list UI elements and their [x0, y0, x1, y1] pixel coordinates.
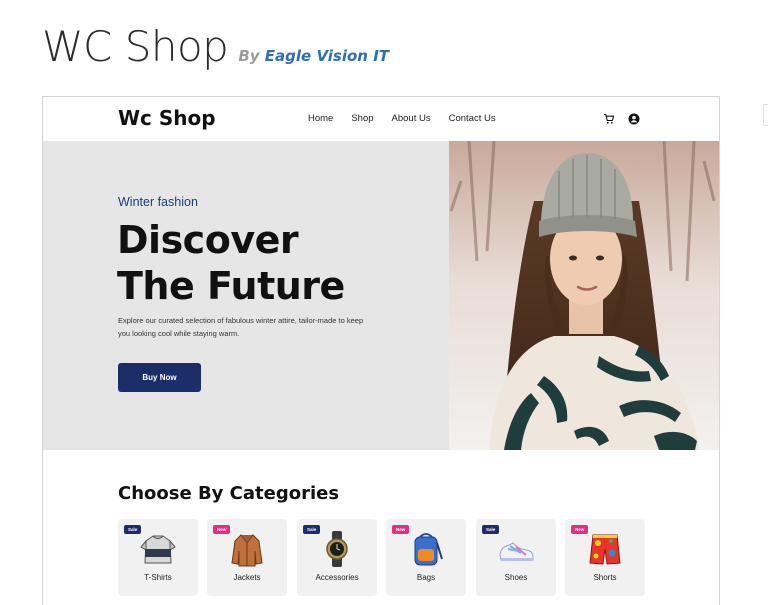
category-card-accessories[interactable]: Sale Accessories — [297, 519, 377, 596]
by-prefix: By — [238, 47, 260, 65]
shorts-icon — [589, 534, 621, 565]
category-label: Accessories — [315, 573, 359, 582]
page-title: WC Shop — [42, 22, 229, 71]
tshirt-icon — [140, 535, 176, 564]
hero-banner: Winter fashion Discover The Future Explo… — [43, 141, 719, 450]
main-menu: Home Shop About Us Contact Us — [308, 113, 496, 124]
category-card-tshirts[interactable]: Sale T-Shirts — [118, 519, 198, 596]
category-label: Bags — [416, 573, 436, 582]
hero-model-photo — [449, 141, 719, 450]
menu-item-home[interactable]: Home — [308, 113, 333, 124]
category-card-jackets[interactable]: New Jackets — [207, 519, 287, 596]
category-label: Shoes — [504, 573, 528, 582]
category-card-shoes[interactable]: Sale Shoes — [476, 519, 556, 596]
category-label: Shorts — [593, 573, 617, 582]
hero-description: Explore our curated selection of fabulou… — [118, 316, 364, 338]
hero-heading-line-2: The Future — [117, 264, 345, 308]
menu-item-contact-us[interactable]: Contact Us — [449, 113, 496, 124]
user-account-icon[interactable] — [628, 113, 640, 125]
watch-icon — [326, 531, 348, 567]
hero-kicker: Winter fashion — [118, 195, 198, 209]
menu-item-about-us[interactable]: About Us — [392, 113, 431, 124]
author-link[interactable]: Eagle Vision IT — [265, 47, 389, 65]
page-header: WC Shop By Eagle Vision IT — [42, 22, 389, 76]
shoe-icon — [499, 542, 534, 561]
category-label: T-Shirts — [144, 573, 172, 582]
backpack-icon — [414, 533, 443, 566]
author-byline: By Eagle Vision IT — [238, 47, 389, 65]
nav-icons — [603, 113, 640, 125]
menu-item-shop[interactable]: Shop — [351, 113, 373, 124]
jacket-icon — [231, 534, 263, 567]
side-panel-edge — [763, 104, 768, 126]
site-navbar: Wc Shop Home Shop About Us Contact Us — [43, 97, 719, 141]
category-label: Jackets — [233, 573, 261, 582]
buy-now-button[interactable]: Buy Now — [118, 363, 201, 392]
category-card-bags[interactable]: New Bags — [386, 519, 466, 596]
cart-icon[interactable] — [603, 113, 615, 125]
categories-heading: Choose By Categories — [118, 483, 340, 504]
category-card-shorts[interactable]: New Shorts — [565, 519, 645, 596]
site-brand[interactable]: Wc Shop — [118, 106, 216, 130]
hero-heading: Discover The Future — [117, 217, 345, 309]
theme-preview: Wc Shop Home Shop About Us Contact Us Wi… — [42, 96, 720, 605]
hero-heading-line-1: Discover — [117, 218, 299, 262]
